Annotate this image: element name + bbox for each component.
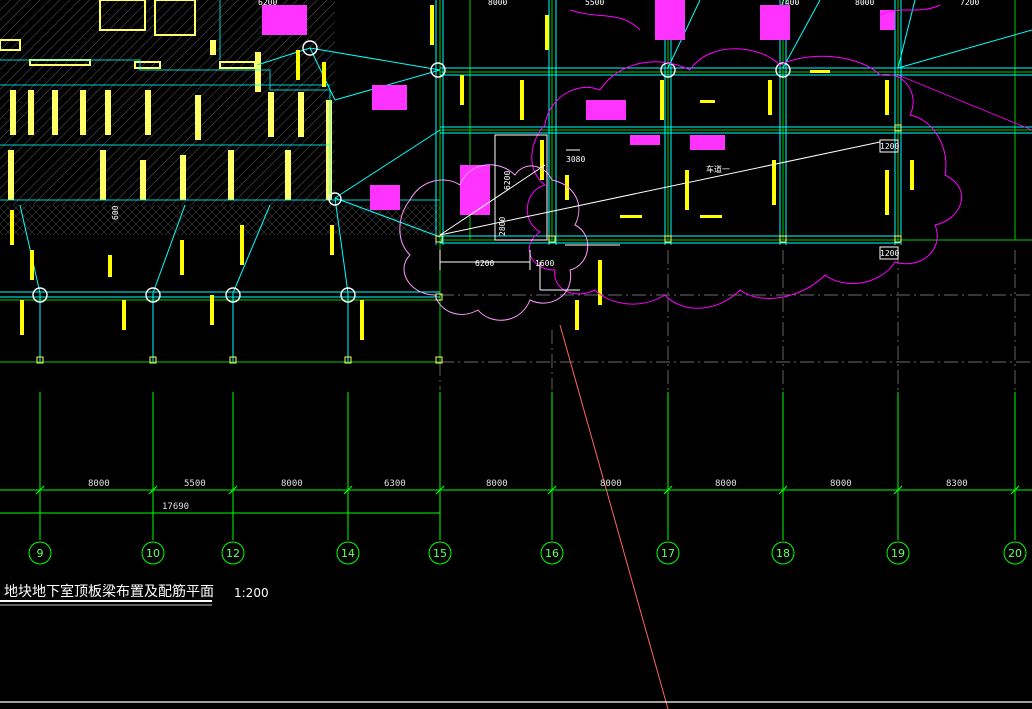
ramp-lines xyxy=(439,134,899,291)
partial-total-dim: 17690 xyxy=(162,502,189,512)
dim-1600: 1600 xyxy=(535,259,554,268)
revision-clouds xyxy=(399,4,963,321)
bay-dim-17-18: 8000 xyxy=(715,479,737,489)
axis-label-15: 15 xyxy=(433,547,447,560)
leader-line-upper xyxy=(897,74,1032,131)
top-dim: 5500 xyxy=(585,0,604,7)
drawing-title: 地块地下室顶板梁布置及配筋平面 xyxy=(4,583,214,600)
axis-label-17: 17 xyxy=(661,547,675,560)
top-dim: 7200 xyxy=(960,0,979,7)
dim-1200-a: 1200 xyxy=(880,142,899,151)
dim-2800: 2800 xyxy=(498,217,507,236)
bay-dim-15-16: 8000 xyxy=(486,479,508,489)
bay-dim-18-19: 8000 xyxy=(830,479,852,489)
axis-label-12: 12 xyxy=(226,547,240,560)
drawing-scale: 1:200 xyxy=(234,586,269,600)
top-dim: 8000 xyxy=(488,0,507,7)
cad-drawing-canvas[interactable]: 6200 6200 1600 3080 1200 1200 2800 车道一 6… xyxy=(0,0,1032,709)
axis-extension-lines xyxy=(439,250,1032,390)
bay-dim-14-15: 6300 xyxy=(384,479,406,489)
axis-label-20: 20 xyxy=(1008,547,1022,560)
axis-bubbles xyxy=(28,541,1027,565)
bay-dim-12-14: 8000 xyxy=(281,479,303,489)
axis-label-19: 19 xyxy=(891,547,905,560)
bay-dim-9-10: 8000 xyxy=(88,479,110,489)
axis-label-18: 18 xyxy=(776,547,790,560)
dim-1200-b: 1200 xyxy=(880,249,899,258)
axis-labels: 9 10 12 14 15 16 17 18 19 20 xyxy=(37,547,1023,560)
bottom-dimension-lines xyxy=(0,392,1032,540)
bay-dimension-labels: 8000 5500 8000 6300 8000 8000 8000 8000 … xyxy=(88,479,968,512)
leader-line xyxy=(559,324,669,709)
dim-6200-vertical: 6200 xyxy=(503,171,512,190)
axis-label-10: 10 xyxy=(146,547,160,560)
dim-6200-horizontal: 6200 xyxy=(475,259,494,268)
top-dim: 8000 xyxy=(855,0,874,7)
dim-3080: 3080 xyxy=(566,155,585,164)
axis-label-14: 14 xyxy=(341,547,355,560)
axis-label-16: 16 xyxy=(545,547,559,560)
axis-label-9: 9 xyxy=(37,547,44,560)
note-600: 600 xyxy=(111,205,120,220)
ramp-label: 车道一 xyxy=(706,164,730,174)
top-dim: 6200 xyxy=(258,0,277,7)
bay-dim-10-12: 5500 xyxy=(184,479,206,489)
bay-dim-16-17: 8000 xyxy=(600,479,622,489)
bay-dim-19-20: 8300 xyxy=(946,479,968,489)
top-dimensions: 6200 8000 5500 7400 8000 7200 xyxy=(258,0,979,7)
top-dim: 7400 xyxy=(780,0,799,7)
